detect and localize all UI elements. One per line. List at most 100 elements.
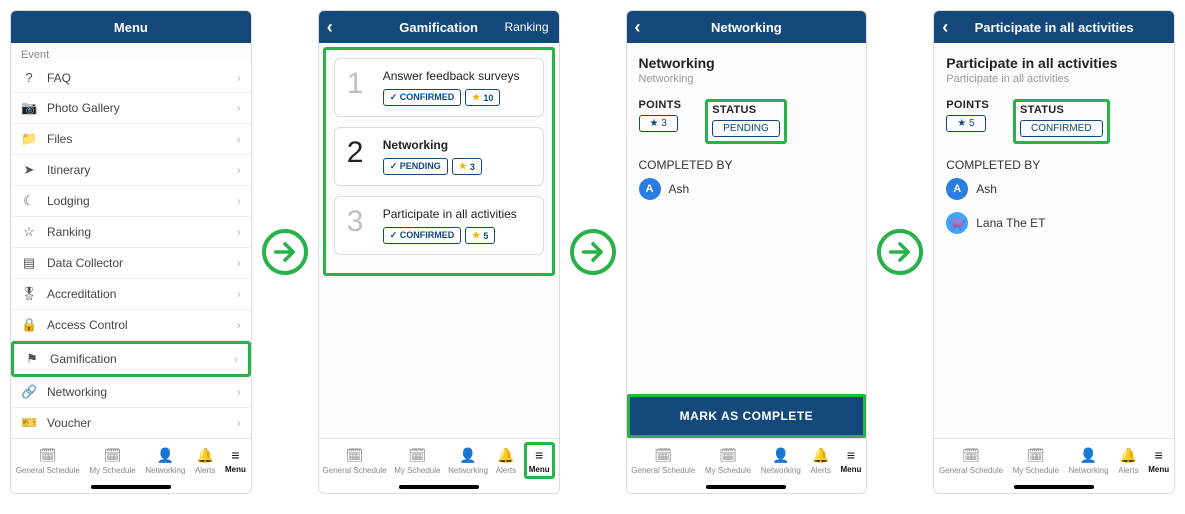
content: Networking Networking POINTS ★ 3 STATUS … (627, 43, 867, 438)
menu-icon: ≡ (847, 447, 855, 463)
person-icon: 👤 (772, 447, 789, 464)
menu-item-access-control[interactable]: 🔒Access Control› (11, 310, 251, 341)
rank-number: 2 (347, 138, 369, 175)
back-button[interactable]: ‹ (942, 18, 948, 36)
menu-item-data-collector[interactable]: ▤Data Collector› (11, 248, 251, 279)
completed-by-label: COMPLETED BY (946, 158, 1162, 172)
menu-item-icon: 🔒 (21, 317, 37, 333)
tab-networking[interactable]: 👤Networking (761, 447, 801, 475)
bell-icon: 🔔 (196, 447, 213, 464)
screen-participate-detail: ‹ Participate in all activities Particip… (933, 10, 1175, 494)
bell-icon: 🔔 (812, 447, 829, 464)
person-icon: 👤 (1080, 447, 1097, 464)
completed-user: 👾Lana The ET (946, 206, 1162, 240)
home-indicator (91, 485, 171, 489)
back-button[interactable]: ‹ (635, 18, 641, 36)
tab-networking[interactable]: 👤Networking (448, 447, 488, 475)
menu-item-label: Networking (47, 385, 107, 399)
points-badge: ★5 (465, 227, 495, 244)
points-badge: ★3 (452, 158, 482, 175)
menu-item-lodging[interactable]: ☾Lodging› (11, 186, 251, 217)
menu-item-icon: 🔗 (21, 384, 37, 400)
menu-item-voucher[interactable]: 🎫Voucher› (11, 408, 251, 438)
avatar: 👾 (946, 212, 968, 234)
gamification-cards-highlight: 1Answer feedback surveys✓ CONFIRMED★10 2N… (323, 47, 555, 276)
menu-item-networking[interactable]: 🔗 Networking › (11, 377, 251, 408)
user-name: Ash (976, 182, 997, 196)
tab-general-schedule[interactable]: 🗓General Schedule (16, 447, 80, 475)
ranking-button[interactable]: Ranking (504, 20, 548, 34)
menu-item-label: Ranking (47, 225, 91, 239)
menu-item-icon: ⚑ (24, 351, 40, 367)
mark-complete-button[interactable]: MARK AS COMPLETE (627, 394, 867, 438)
tab-menu[interactable]: ≡Menu (841, 447, 862, 474)
card-title: Participate in all activities (383, 207, 517, 221)
tab-general-schedule[interactable]: 🗓General Schedule (323, 447, 387, 475)
tab-my-schedule[interactable]: 🗓My Schedule (89, 447, 135, 475)
menu-item-faq[interactable]: ?FAQ› (11, 63, 251, 93)
tab-menu[interactable]: ≡Menu (225, 447, 246, 474)
avatar: A (946, 178, 968, 200)
tab-my-schedule[interactable]: 🗓My Schedule (705, 447, 751, 475)
header-title: Networking (711, 20, 782, 35)
menu-item-icon: ? (21, 70, 37, 85)
tab-alerts[interactable]: 🔔Alerts (810, 447, 830, 475)
flow-arrow (877, 229, 923, 275)
tab-general-schedule[interactable]: 🗓General Schedule (631, 447, 695, 475)
status-label: STATUS (1020, 104, 1103, 116)
header-title: Menu (114, 20, 148, 35)
flow-arrow (570, 229, 616, 275)
menu-item-label: Files (47, 132, 72, 146)
calendar-icon: 🗓 (719, 447, 737, 464)
tab-networking[interactable]: 👤Networking (145, 447, 185, 475)
tab-alerts[interactable]: 🔔Alerts (496, 447, 516, 475)
chevron-right-icon: › (237, 385, 241, 399)
menu-item-icon: 🎫 (21, 415, 37, 431)
chevron-right-icon: › (237, 318, 241, 332)
tab-alerts[interactable]: 🔔Alerts (195, 447, 215, 475)
tab-my-schedule[interactable]: 🗓My Schedule (394, 447, 440, 475)
calendar-icon: 🗓 (104, 447, 122, 464)
tab-general-schedule[interactable]: 🗓General Schedule (939, 447, 1003, 475)
tab-my-schedule[interactable]: 🗓My Schedule (1013, 447, 1059, 475)
back-button[interactable]: ‹ (327, 18, 333, 36)
menu-item-icon: ▤ (21, 255, 37, 271)
points-badge: ★10 (465, 89, 500, 106)
status-label: STATUS (712, 104, 780, 116)
activity-title: Networking (639, 55, 855, 71)
tab-alerts[interactable]: 🔔Alerts (1118, 447, 1138, 475)
points-block: POINTS ★ 3 (639, 99, 682, 132)
gamification-card[interactable]: 2Networking✓ PENDING★3 (334, 127, 544, 186)
menu-item-label: Gamification (50, 352, 117, 366)
gamification-card[interactable]: 3Participate in all activities✓ CONFIRME… (334, 196, 544, 255)
home-indicator (1014, 485, 1094, 489)
completed-user: A Ash (946, 172, 1162, 206)
tabbar: 🗓General Schedule 🗓My Schedule 👤Networki… (627, 438, 867, 482)
gamification-card[interactable]: 1Answer feedback surveys✓ CONFIRMED★10 (334, 58, 544, 117)
tab-networking[interactable]: 👤Networking (1069, 447, 1109, 475)
tab-menu[interactable]: ≡Menu (1148, 447, 1169, 474)
calendar-icon: 🗓 (962, 447, 980, 464)
home-indicator (399, 485, 479, 489)
menu-item-accreditation[interactable]: 🎖Accreditation› (11, 279, 251, 310)
avatar: A (639, 178, 661, 200)
header-title: Gamification (399, 20, 478, 35)
header: ‹ Participate in all activities (934, 11, 1174, 43)
chevron-right-icon: › (237, 256, 241, 270)
menu-item-icon: ☾ (21, 193, 37, 209)
menu-item-gamification[interactable]: ⚑Gamification› (11, 341, 251, 377)
menu-item-itinerary[interactable]: ➤Itinerary› (11, 155, 251, 186)
menu-item-photo-gallery[interactable]: 📷Photo Gallery› (11, 93, 251, 124)
points-value: ★ 3 (639, 115, 678, 132)
menu-item-ranking[interactable]: ☆Ranking› (11, 217, 251, 248)
menu-item-files[interactable]: 📁Files› (11, 124, 251, 155)
header: ‹ Networking (627, 11, 867, 43)
menu-item-label: Accreditation (47, 287, 116, 301)
calendar-icon: 🗓 (346, 447, 364, 464)
tab-menu[interactable]: ≡Menu (524, 442, 555, 479)
chevron-right-icon: › (237, 416, 241, 430)
points-label: POINTS (639, 99, 682, 111)
status-value: CONFIRMED (1020, 120, 1103, 137)
calendar-icon: 🗓 (39, 447, 57, 464)
chevron-right-icon: › (237, 163, 241, 177)
